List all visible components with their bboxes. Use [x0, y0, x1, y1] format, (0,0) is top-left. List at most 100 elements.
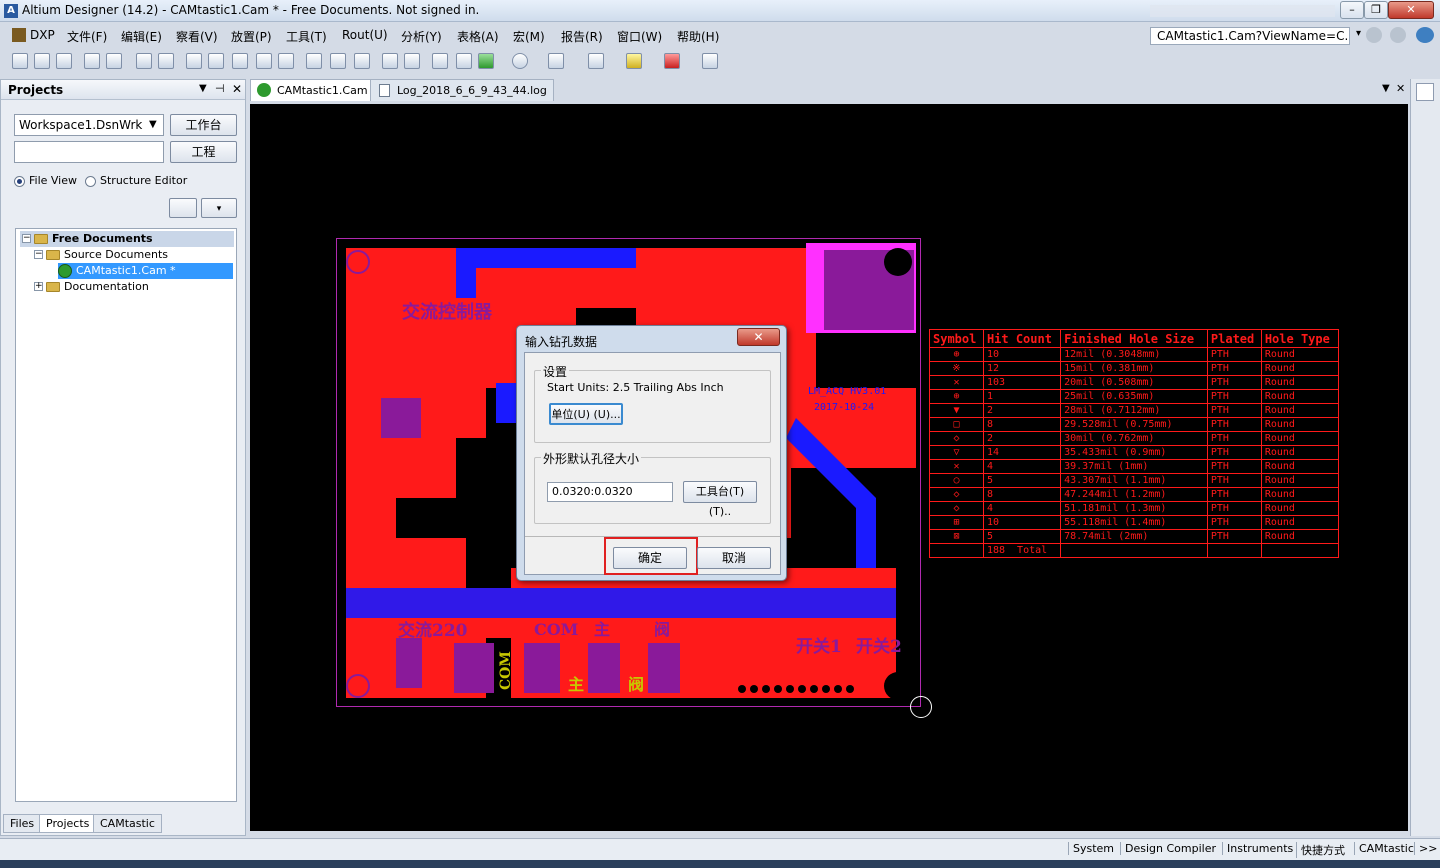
- cell-symbol: ✕: [929, 375, 984, 390]
- undo-icon[interactable]: [382, 53, 398, 69]
- folder-icon[interactable]: [158, 53, 174, 69]
- tab-close-icon[interactable]: ✕: [1396, 82, 1405, 95]
- cell-hole-type: Round: [1260, 445, 1340, 460]
- pan-icon[interactable]: [278, 53, 294, 69]
- cancel-button[interactable]: 取消: [697, 547, 771, 569]
- paste-icon[interactable]: [354, 53, 370, 69]
- address-input[interactable]: CAMtastic1.Cam?ViewName=C...: [1150, 27, 1350, 45]
- menu-macro[interactable]: 宏(M): [513, 28, 545, 45]
- cell-symbol: ⊠: [929, 529, 984, 544]
- highlight-icon[interactable]: [626, 53, 642, 69]
- drill-table-row: ⊕ 10 12mil (0.3048mm) PTH Round: [929, 347, 1340, 362]
- properties-icon[interactable]: [1416, 83, 1434, 101]
- tab-menu-icon[interactable]: ▼: [1382, 83, 1390, 94]
- menu-place[interactable]: 放置(P): [231, 28, 272, 45]
- grid-icon[interactable]: [702, 53, 718, 69]
- lasso-icon[interactable]: [512, 53, 528, 69]
- menu-tables[interactable]: 表格(A): [457, 28, 499, 45]
- menu-rout[interactable]: Rout(U): [342, 28, 388, 42]
- measure-icon[interactable]: [456, 53, 472, 69]
- save-icon[interactable]: [56, 53, 72, 69]
- zoom-in-icon[interactable]: [186, 53, 202, 69]
- menu-bar: DXP 文件(F) 编辑(E) 察看(V) 放置(P) 工具(T) Rout(U…: [0, 24, 1145, 48]
- tab-projects[interactable]: Projects: [39, 814, 97, 833]
- tab-camtastic[interactable]: CAMtastic: [93, 814, 162, 833]
- file-view-radio[interactable]: [14, 176, 25, 187]
- status-system[interactable]: System: [1068, 842, 1118, 855]
- tree-documentation[interactable]: + Documentation: [32, 279, 232, 295]
- drc-icon[interactable]: [664, 53, 680, 69]
- hand-icon[interactable]: [432, 53, 448, 69]
- expand-icon[interactable]: +: [34, 282, 43, 291]
- ok-button[interactable]: 确定: [613, 547, 687, 569]
- print-preview-icon[interactable]: [106, 53, 122, 69]
- panel-close-icon[interactable]: ✕: [232, 82, 242, 96]
- chevron-down-icon[interactable]: ▾: [1356, 28, 1361, 39]
- panel-menu-icon[interactable]: ▼: [199, 83, 207, 94]
- status-instruments[interactable]: Instruments: [1222, 842, 1297, 855]
- rectangle-icon[interactable]: [588, 53, 604, 69]
- menu-dxp[interactable]: DXP: [30, 28, 55, 42]
- menu-file[interactable]: 文件(F): [67, 28, 107, 45]
- select-icon[interactable]: [548, 53, 564, 69]
- menu-tools[interactable]: 工具(T): [286, 28, 327, 45]
- status-camtastic[interactable]: CAMtastic: [1354, 842, 1418, 855]
- workspace-button[interactable]: 工作台: [170, 114, 237, 136]
- minimize-button[interactable]: –: [1340, 1, 1364, 19]
- new-icon[interactable]: [12, 53, 28, 69]
- zoom-fit-icon[interactable]: [232, 53, 248, 69]
- cell-symbol: ✕: [929, 459, 984, 474]
- drill-table-row: ◇ 4 51.181mil (1.3mm) PTH Round: [929, 501, 1340, 516]
- forward-icon[interactable]: [1390, 27, 1406, 43]
- status-shortcuts[interactable]: 快捷方式: [1296, 842, 1349, 858]
- hole-size-input[interactable]: 0.0320:0.0320: [547, 482, 673, 502]
- back-icon[interactable]: [1366, 27, 1382, 43]
- menu-window[interactable]: 窗口(W): [617, 28, 662, 45]
- project-options-icon[interactable]: [169, 198, 197, 218]
- copy-icon[interactable]: [330, 53, 346, 69]
- tree-label: CAMtastic1.Cam *: [76, 264, 176, 277]
- cut-icon[interactable]: [306, 53, 322, 69]
- dialog-close-button[interactable]: ✕: [737, 328, 780, 346]
- add-document-icon[interactable]: ▾: [201, 198, 237, 218]
- collapse-icon[interactable]: −: [22, 234, 31, 243]
- menu-analysis[interactable]: 分析(Y): [401, 28, 442, 45]
- collapse-icon[interactable]: −: [34, 250, 43, 259]
- pin-icon[interactable]: ⊣: [215, 82, 225, 95]
- project-select[interactable]: [14, 141, 164, 163]
- cell-symbol: ▽: [929, 445, 984, 460]
- menu-help[interactable]: 帮助(H): [677, 28, 719, 45]
- print-icon[interactable]: [84, 53, 100, 69]
- status-more[interactable]: >>: [1414, 842, 1440, 855]
- home-icon[interactable]: [1416, 27, 1434, 43]
- tree-file-camtastic[interactable]: CAMtastic1.Cam *: [58, 263, 233, 279]
- project-button[interactable]: 工程: [170, 141, 237, 163]
- open-icon[interactable]: [34, 53, 50, 69]
- workspace-select[interactable]: Workspace1.DsnWrk ▼: [14, 114, 164, 136]
- maximize-button[interactable]: ❐: [1364, 1, 1388, 19]
- structure-editor-radio[interactable]: [85, 176, 96, 187]
- pad-p3: [524, 643, 560, 693]
- cell-hole-size: 51.181mil (1.3mm): [1060, 501, 1208, 516]
- tool-table-button[interactable]: 工具台(T) (T)..: [683, 481, 757, 518]
- layers-icon[interactable]: [136, 53, 152, 69]
- redo-icon[interactable]: [404, 53, 420, 69]
- close-button[interactable]: ✕: [1388, 1, 1434, 19]
- os-taskbar: [0, 860, 1440, 868]
- tab-camtastic-doc[interactable]: CAMtastic1.Cam *: [250, 79, 384, 101]
- tree-source-documents[interactable]: − Source Documents: [32, 247, 232, 263]
- netlist-icon[interactable]: [478, 53, 494, 69]
- menu-reports[interactable]: 报告(R): [561, 28, 603, 45]
- tab-log-doc[interactable]: Log_2018_6_6_9_43_44.log: [370, 79, 554, 101]
- panel-title: Projects: [8, 83, 64, 97]
- menu-edit[interactable]: 编辑(E): [121, 28, 162, 45]
- menu-view[interactable]: 察看(V): [176, 28, 218, 45]
- units-button[interactable]: 单位(U) (U)...: [549, 403, 623, 425]
- zoom-area-icon[interactable]: [256, 53, 272, 69]
- pcb-switch2: 开关2: [856, 636, 902, 657]
- status-design-compiler[interactable]: Design Compiler: [1120, 842, 1220, 855]
- tab-files[interactable]: Files: [3, 814, 42, 833]
- zoom-out-icon[interactable]: [208, 53, 224, 69]
- document-tabs: CAMtastic1.Cam * Log_2018_6_6_9_43_44.lo…: [248, 79, 1408, 101]
- tree-root-free-documents[interactable]: − Free Documents: [20, 231, 234, 247]
